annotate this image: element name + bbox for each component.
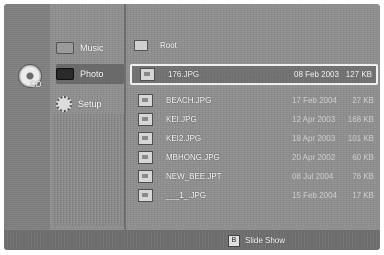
file-row[interactable]: KEI.JPG 12 Apr 2003 168 KB xyxy=(130,111,378,128)
file-row[interactable]: ___1_.JPG 15 Feb 2004 17 KB xyxy=(130,187,378,204)
image-file-icon xyxy=(138,170,153,183)
file-name: NEW_BEE.JPT xyxy=(166,172,222,181)
image-file-icon xyxy=(138,132,153,145)
menu-background xyxy=(54,114,124,226)
file-row[interactable]: NEW_BEE.JPT 08 Jul 2004 76 KB xyxy=(130,168,378,185)
root-folder-row[interactable]: Root xyxy=(134,38,177,52)
bottom-bar: B Slide Show xyxy=(4,230,380,250)
file-size: 127 KB xyxy=(345,70,372,79)
player-screen: CD Music Photo Setup Root 176.JPG 08 Feb… xyxy=(4,4,380,250)
file-name: MBHONG.JPG xyxy=(166,153,220,162)
file-name: KEI.JPG xyxy=(166,115,197,124)
file-date: 12 Apr 2003 xyxy=(292,115,336,124)
file-date: 08 Jul 2004 xyxy=(292,172,334,181)
file-date: 18 Apr 2003 xyxy=(292,134,336,143)
file-size: 27 KB xyxy=(352,96,374,105)
file-browser: Root 176.JPG 08 Feb 2003 127 KB BEACH.JP… xyxy=(128,4,380,230)
photo-icon xyxy=(56,68,74,80)
file-name: 176.JPG xyxy=(168,70,200,79)
folder-icon xyxy=(134,39,148,51)
image-file-icon xyxy=(138,151,153,164)
file-row[interactable]: 176.JPG 08 Feb 2003 127 KB xyxy=(130,64,378,85)
image-file-icon xyxy=(138,94,153,107)
file-size: 101 KB xyxy=(347,134,374,143)
file-size: 60 KB xyxy=(352,153,374,162)
file-size: 168 KB xyxy=(347,115,374,124)
menu-item-label: Photo xyxy=(80,69,104,79)
music-icon xyxy=(56,42,74,54)
menu-item-music[interactable]: Music xyxy=(56,38,124,58)
disc-label: CD xyxy=(30,80,42,89)
menu-item-label: Setup xyxy=(78,99,102,109)
b-key-icon: B xyxy=(228,234,240,247)
file-date: 15 Feb 2004 xyxy=(292,191,337,200)
file-name: ___1_.JPG xyxy=(166,191,207,200)
file-date: 08 Feb 2003 xyxy=(294,70,339,79)
menu-item-photo[interactable]: Photo xyxy=(56,64,124,84)
file-name: KEI2.JPG xyxy=(166,134,202,143)
file-row[interactable]: KEI2.JPG 18 Apr 2003 101 KB xyxy=(130,130,378,147)
file-date: 20 Apr 2002 xyxy=(292,153,336,162)
file-row[interactable]: MBHONG.JPG 20 Apr 2002 60 KB xyxy=(130,149,378,166)
file-date: 17 Feb 2004 xyxy=(292,96,337,105)
slide-show-label: Slide Show xyxy=(245,236,286,245)
slide-show-button[interactable]: B Slide Show xyxy=(228,234,286,247)
image-file-icon xyxy=(140,68,155,81)
menu-item-setup[interactable]: Setup xyxy=(56,94,124,114)
menu-item-label: Music xyxy=(80,43,104,53)
file-size: 17 KB xyxy=(352,191,374,200)
image-file-icon xyxy=(138,189,153,202)
file-name: BEACH.JPG xyxy=(166,96,212,105)
file-row[interactable]: BEACH.JPG 17 Feb 2004 27 KB xyxy=(130,92,378,109)
gear-icon xyxy=(56,96,72,112)
file-size: 76 KB xyxy=(352,172,374,181)
root-label: Root xyxy=(160,40,177,50)
media-strip: CD xyxy=(4,4,50,230)
image-file-icon xyxy=(138,113,153,126)
main-menu: Music Photo Setup xyxy=(50,4,124,230)
panel-divider xyxy=(124,4,126,230)
